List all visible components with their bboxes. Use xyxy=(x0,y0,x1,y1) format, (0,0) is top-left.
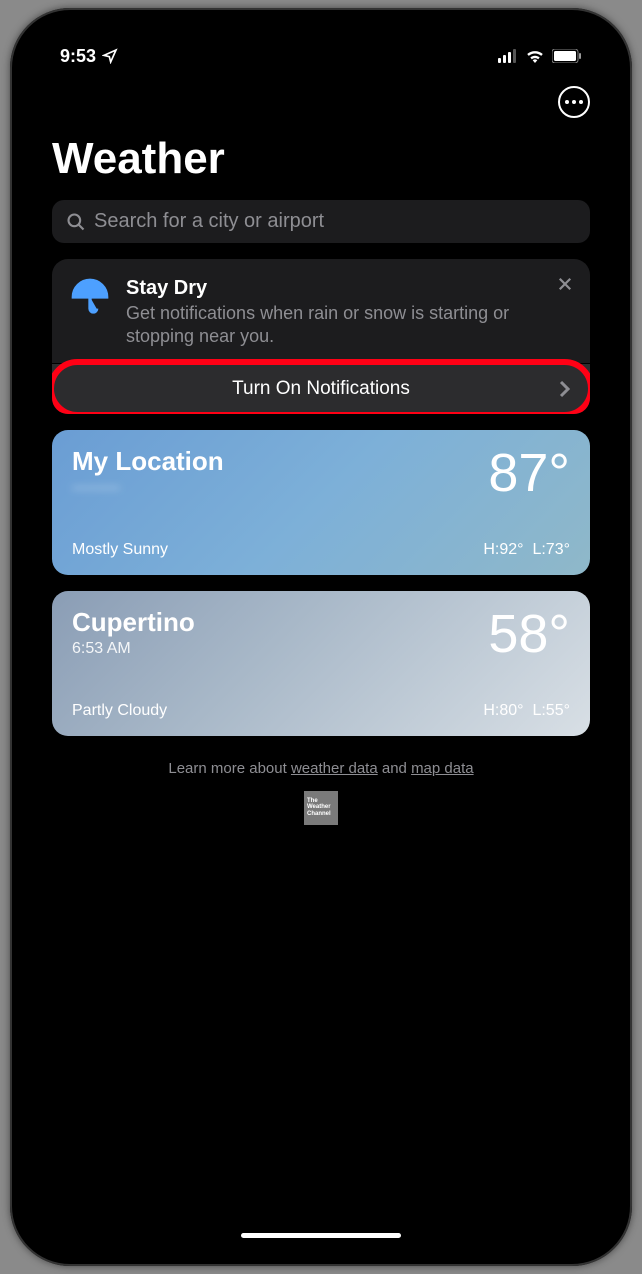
status-time: 9:53 xyxy=(60,46,96,67)
location-arrow-icon xyxy=(102,48,118,64)
dot-icon xyxy=(565,100,569,104)
promo-button-label: Turn On Notifications xyxy=(232,378,410,400)
location-condition: Partly Cloudy xyxy=(72,702,167,720)
location-card-cupertino[interactable]: Cupertino 6:53 AM 58° Partly Cloudy H:80… xyxy=(52,591,590,736)
battery-icon xyxy=(552,49,582,63)
dot-icon xyxy=(572,100,576,104)
location-time: 6:53 AM xyxy=(72,640,195,658)
close-icon xyxy=(556,275,574,293)
promo-content: Stay Dry Get notifications when rain or … xyxy=(52,259,590,363)
location-temp: 58° xyxy=(488,607,570,661)
turn-on-notifications-button[interactable]: Turn On Notifications xyxy=(52,363,590,414)
location-condition: Mostly Sunny xyxy=(72,541,168,559)
chevron-right-icon xyxy=(558,380,570,398)
notch xyxy=(221,26,421,58)
location-hilo: H:92° L:73° xyxy=(483,541,570,559)
search-bar[interactable] xyxy=(52,200,590,243)
page-title: Weather xyxy=(28,122,614,200)
phone-screen: 9:53 xyxy=(28,26,614,1248)
location-temp: 87° xyxy=(488,446,570,500)
map-data-link[interactable]: map data xyxy=(411,760,474,777)
top-controls xyxy=(28,78,614,122)
weather-channel-badge[interactable]: TheWeatherChannel xyxy=(304,791,338,825)
cellular-icon xyxy=(498,49,518,63)
phone-frame: 9:53 xyxy=(10,8,632,1266)
search-input[interactable] xyxy=(94,210,576,233)
status-right xyxy=(498,49,582,63)
promo-heading: Stay Dry xyxy=(126,277,572,300)
promo-text: Stay Dry Get notifications when rain or … xyxy=(126,277,572,349)
search-icon xyxy=(66,212,86,232)
more-button[interactable] xyxy=(558,86,590,118)
location-subtitle: ——— xyxy=(72,479,224,497)
promo-body: Get notifications when rain or snow is s… xyxy=(126,302,572,349)
dot-icon xyxy=(579,100,583,104)
status-left: 9:53 xyxy=(60,46,118,67)
location-hilo: H:80° L:55° xyxy=(483,702,570,720)
footer-attribution: Learn more about weather data and map da… xyxy=(28,760,614,777)
stay-dry-card: Stay Dry Get notifications when rain or … xyxy=(52,259,590,414)
close-button[interactable] xyxy=(556,275,574,298)
location-name: My Location xyxy=(72,446,224,477)
wifi-icon xyxy=(525,49,545,63)
umbrella-icon xyxy=(70,277,110,349)
location-name: Cupertino xyxy=(72,607,195,638)
home-indicator[interactable] xyxy=(241,1233,401,1238)
weather-data-link[interactable]: weather data xyxy=(291,760,378,777)
location-card-my-location[interactable]: My Location ——— 87° Mostly Sunny H:92° L… xyxy=(52,430,590,575)
